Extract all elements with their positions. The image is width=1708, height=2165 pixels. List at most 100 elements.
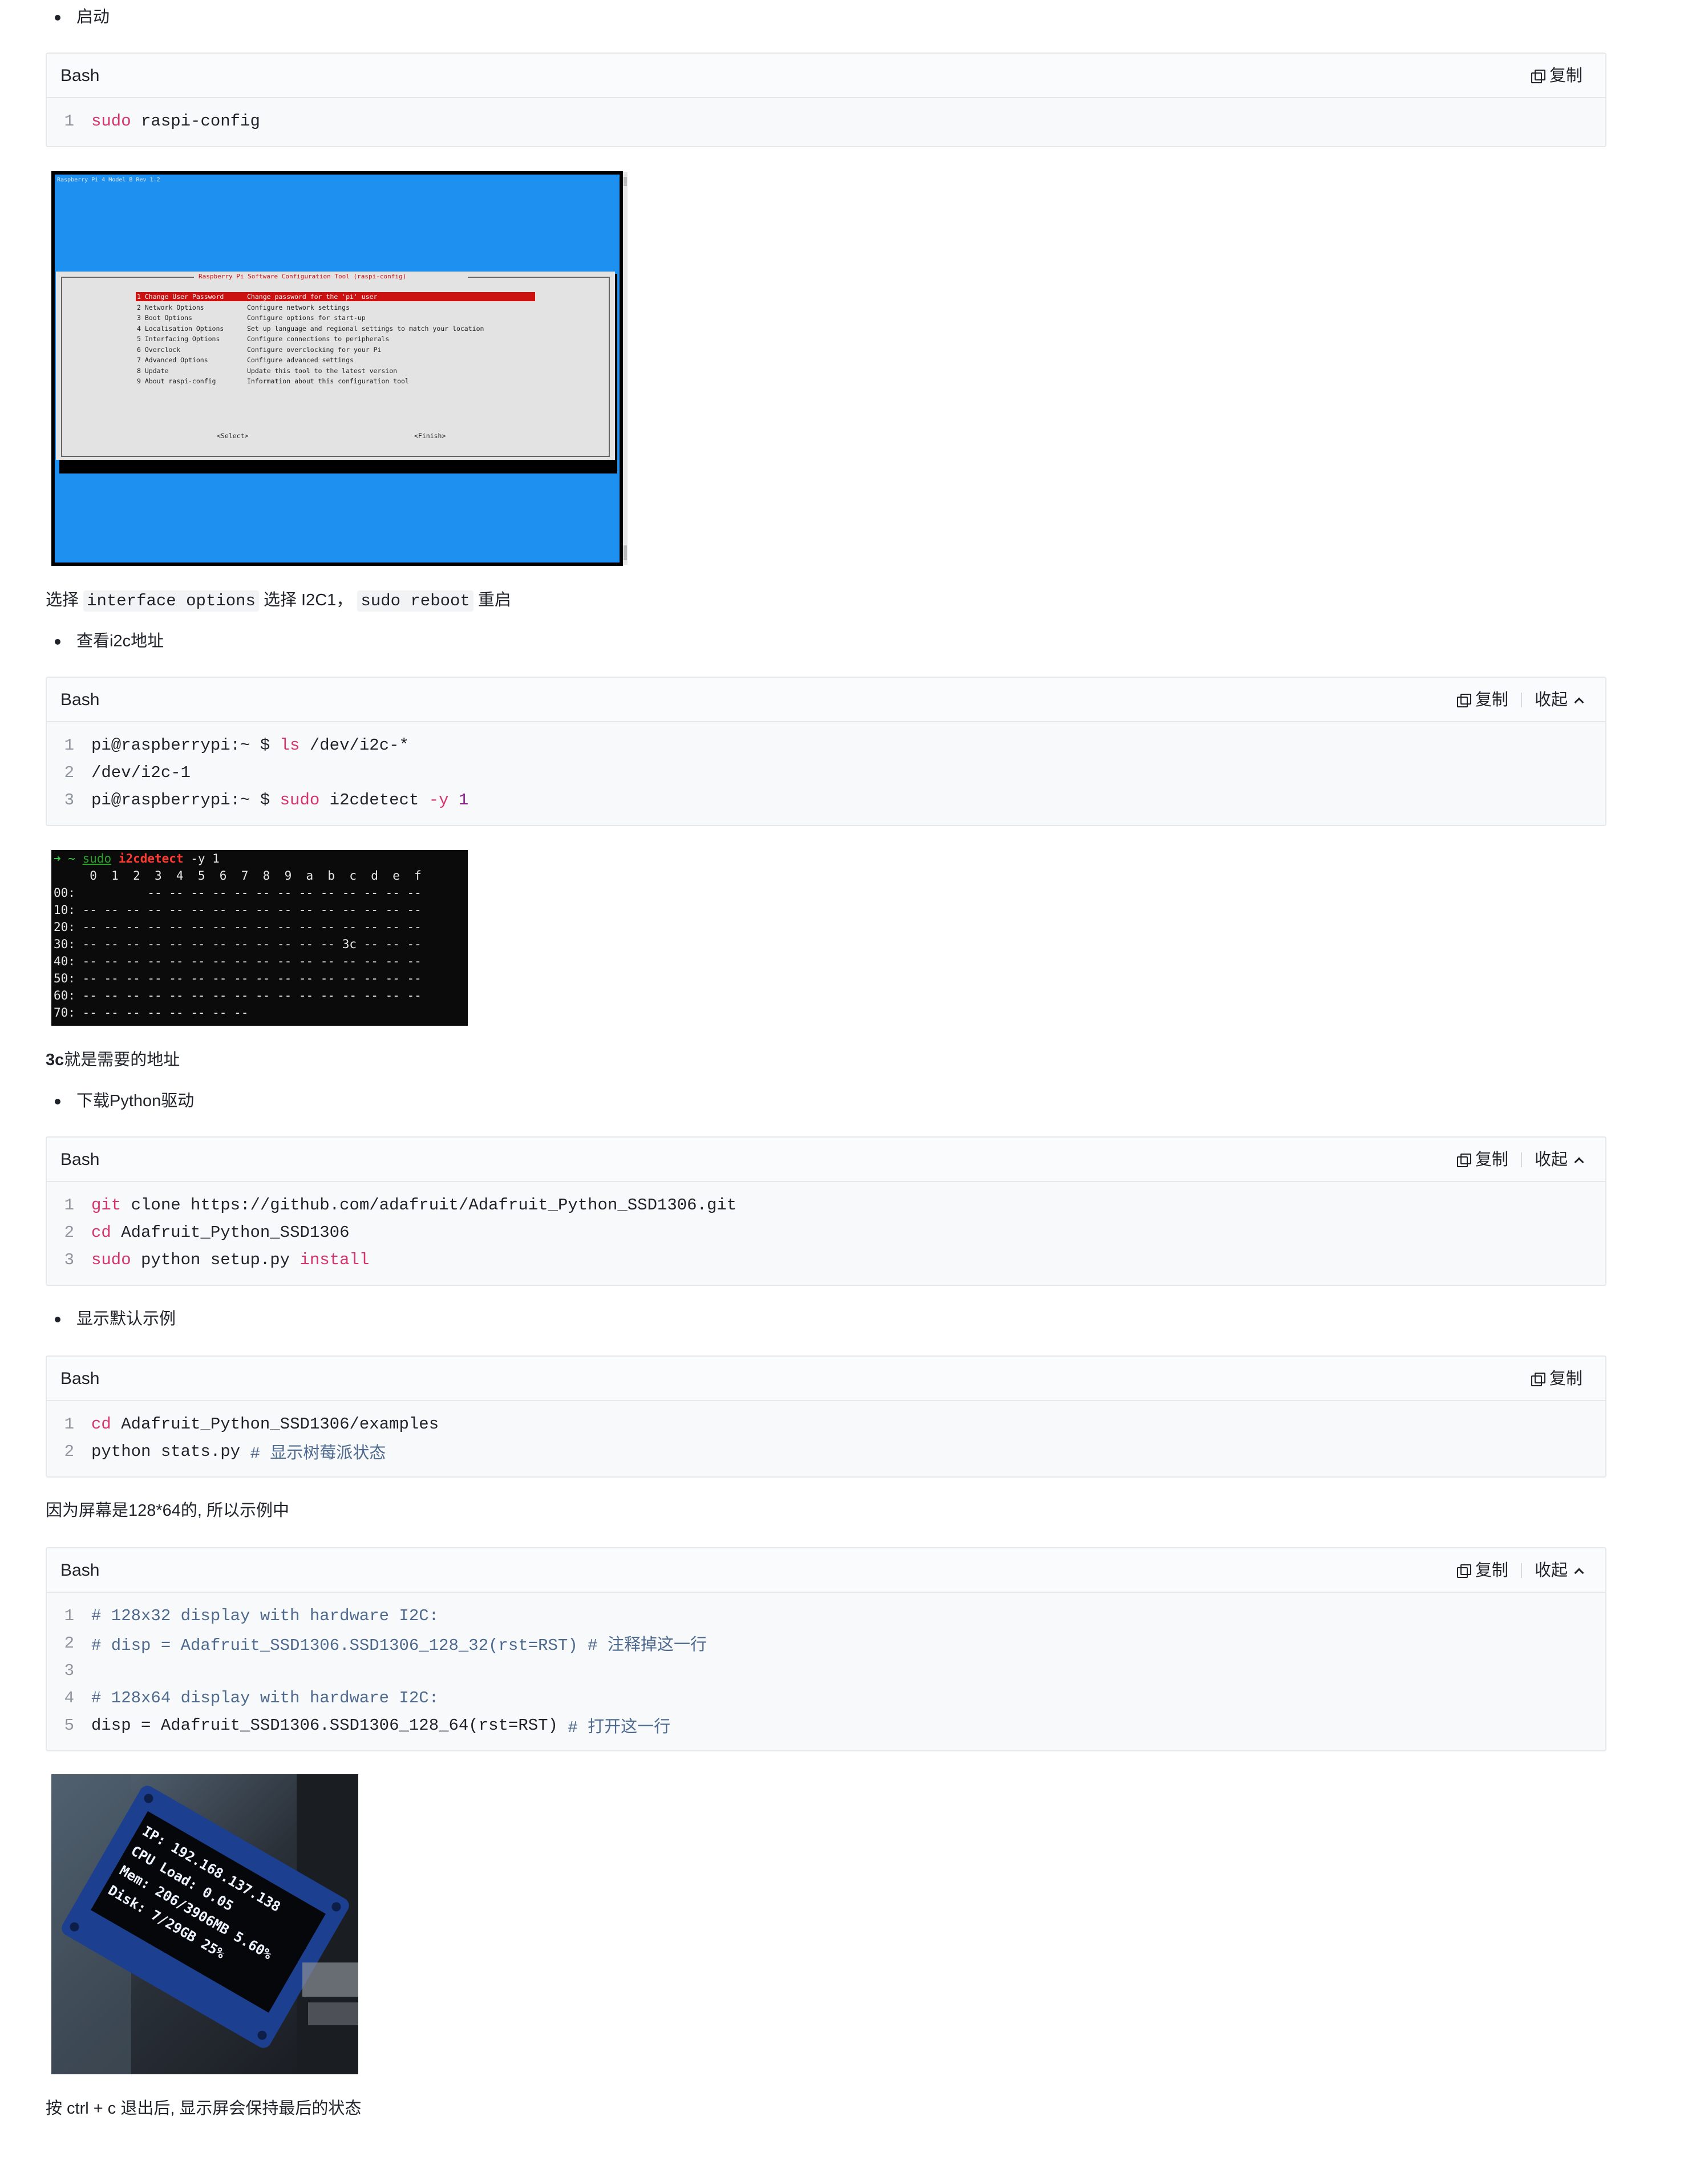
code-block-stats: Bash 复制 1 cd Adafruit_Python_SSD1306/exam… xyxy=(46,1355,1606,1478)
list-item-show-example: 显示默认示例 xyxy=(76,1310,176,1328)
terminal-row: 00: -- -- -- -- -- -- -- -- -- -- -- -- … xyxy=(54,886,422,900)
copy-label: 复制 xyxy=(1475,1561,1508,1580)
collapse-label: 收起 xyxy=(1534,691,1568,709)
terminal-row: 70: -- -- -- -- -- -- -- -- xyxy=(54,1006,248,1019)
code-line: 1 cd Adafruit_Python_SSD1306/examples xyxy=(64,1414,439,1434)
raspi-menu-item: 1 Change User Password xyxy=(137,293,224,301)
raspi-config-screenshot: Raspberry Pi 4 Model B Rev 1.2 Raspberry… xyxy=(51,171,628,566)
terminal-row: 10: -- -- -- -- -- -- -- -- -- -- -- -- … xyxy=(54,903,422,917)
raspi-menu-item: 5 Interfacing Options xyxy=(137,335,220,343)
i2cdetect-terminal-screenshot: ➜ ~ sudo i2cdetect -y 1 0 1 2 3 4 5 6 7 … xyxy=(51,850,468,1026)
code-line: 3 pi@raspberrypi:~ $ sudo i2cdetect -y 1 xyxy=(64,790,469,810)
copy-button[interactable]: 复制 xyxy=(1531,1367,1582,1390)
code-language-label: Bash xyxy=(60,1150,100,1169)
copy-button[interactable]: 复制 xyxy=(1456,1148,1508,1171)
code-line: 2 # disp = Adafruit_SSD1306.SSD1306_128_3… xyxy=(64,1633,707,1656)
code-line: 1 # 128x32 display with hardware I2C: xyxy=(64,1606,439,1625)
chevron-up-icon xyxy=(1574,1157,1584,1167)
svg-text:Configure network settings: Configure network settings xyxy=(247,303,350,311)
svg-text:Set up language and regional s: Set up language and regional settings to… xyxy=(247,325,484,333)
copy-button[interactable]: 复制 xyxy=(1456,689,1508,711)
collapse-button[interactable]: 收起 xyxy=(1534,689,1584,711)
raspi-menu-item: 7 Advanced Options xyxy=(137,356,208,364)
list-bullet xyxy=(55,15,60,21)
chevron-up-icon xyxy=(1574,1568,1584,1578)
code-block-install: Bash 复制 收起 1 git clone https://github.com… xyxy=(46,1136,1606,1286)
code-block-i2cdetect: Bash 复制 收起 1 pi@raspberrypi:~ $ ls /dev/i… xyxy=(46,677,1606,826)
copy-button[interactable]: 复制 xyxy=(1456,1559,1508,1582)
raspi-header: Raspberry Pi 4 Model B Rev 1.2 xyxy=(57,177,160,183)
copy-label: 复制 xyxy=(1549,1370,1582,1388)
code-block-header: Bash 复制 xyxy=(47,54,1605,98)
list-bullet xyxy=(55,1317,60,1322)
action-divider xyxy=(1520,1563,1522,1578)
code-line: 2 python stats.py # 显示树莓派状态 xyxy=(64,1442,386,1464)
copy-icon xyxy=(1456,1154,1471,1167)
code-line: 5 disp = Adafruit_SSD1306.SSD1306_128_64(… xyxy=(64,1715,671,1738)
raspi-title: Raspberry Pi Software Configuration Tool… xyxy=(199,273,406,280)
copy-button[interactable]: 复制 xyxy=(1531,64,1582,87)
svg-text:Configure overclocking for you: Configure overclocking for your Pi xyxy=(247,346,381,354)
code-line: 1 pi@raspberrypi:~ $ ls /dev/i2c-* xyxy=(64,735,409,755)
collapse-button[interactable]: 收起 xyxy=(1534,1559,1584,1582)
raspi-menu-item: 6 Overclock xyxy=(137,346,180,354)
terminal-row: 60: -- -- -- -- -- -- -- -- -- -- -- -- … xyxy=(54,989,422,1002)
copy-icon xyxy=(1456,1564,1471,1578)
code-line: 2 cd Adafruit_Python_SSD1306 xyxy=(64,1223,350,1242)
terminal-row: 40: -- -- -- -- -- -- -- -- -- -- -- -- … xyxy=(54,954,422,968)
copy-label: 复制 xyxy=(1475,1151,1508,1169)
code-language-label: Bash xyxy=(60,66,100,85)
list-item-download-driver: 下载Python驱动 xyxy=(76,1092,195,1110)
raspi-menu-item: 4 Localisation Options xyxy=(137,325,224,333)
svg-text:Configure connections to perip: Configure connections to peripherals xyxy=(247,335,389,343)
copy-icon xyxy=(1531,1373,1545,1386)
collapse-button[interactable]: 收起 xyxy=(1534,1148,1584,1171)
code-line: 3 sudo python setup.py install xyxy=(64,1250,370,1269)
code-block-header: Bash 复制 收起 xyxy=(47,1138,1605,1182)
action-divider xyxy=(1520,1152,1522,1167)
code-block-display-config: Bash 复制 收起 1 # 128x32 display with hardwa… xyxy=(46,1547,1606,1751)
svg-text:Configure options for start-up: Configure options for start-up xyxy=(247,314,366,322)
collapse-label: 收起 xyxy=(1534,1151,1568,1169)
copy-icon xyxy=(1456,694,1471,707)
instruction-text: 选择 interface options 选择 I2C1， sudo reboo… xyxy=(46,590,511,612)
terminal-header-row: 0 1 2 3 4 5 6 7 8 9 a b c d e f xyxy=(54,869,422,883)
raspi-select-button: <Select> xyxy=(217,432,248,440)
inline-code: interface options xyxy=(83,590,259,612)
svg-text:Information about this configu: Information about this configuration too… xyxy=(247,377,409,385)
code-block-header: Bash 复制 xyxy=(47,1357,1605,1401)
code-block-raspi-config: Bash 复制 1 sudo raspi-config xyxy=(46,52,1606,147)
terminal-row: 50: -- -- -- -- -- -- -- -- -- -- -- -- … xyxy=(54,972,422,985)
code-language-label: Bash xyxy=(60,1369,100,1388)
action-divider xyxy=(1520,693,1522,707)
address-note: 3c就是需要的地址 xyxy=(46,1051,180,1069)
list-item-start: 启动 xyxy=(76,8,110,26)
svg-text:Change password for the 'pi' u: Change password for the 'pi' user xyxy=(247,293,378,301)
raspi-finish-button: <Finish> xyxy=(414,432,446,440)
raspi-menu-item: 9 About raspi-config xyxy=(137,377,216,385)
list-bullet xyxy=(55,639,60,645)
raspi-menu-item: 2 Network Options xyxy=(137,303,204,311)
code-block-header: Bash 复制 收起 xyxy=(47,1548,1605,1593)
code-language-label: Bash xyxy=(60,1561,100,1580)
svg-text:Update this tool to the latest: Update this tool to the latest version xyxy=(247,367,397,375)
code-language-label: Bash xyxy=(60,690,100,709)
code-line: 2/dev/i2c-1 xyxy=(64,763,191,782)
copy-label: 复制 xyxy=(1475,691,1508,709)
copy-label: 复制 xyxy=(1549,67,1582,85)
inline-code: sudo reboot xyxy=(357,590,473,612)
terminal-row: 20: -- -- -- -- -- -- -- -- -- -- -- -- … xyxy=(54,920,422,934)
raspi-menu-item: 8 Update xyxy=(137,367,168,375)
code-line: 3 xyxy=(64,1661,74,1680)
svg-text:Configure advanced settings: Configure advanced settings xyxy=(247,356,354,364)
oled-display-photo: IP: 192.168.137.138 CPU Load: 0.05 Mem: … xyxy=(51,1774,358,2074)
screen-size-note: 因为屏幕是128*64的, 所以示例中 xyxy=(46,1502,290,1520)
chevron-up-icon xyxy=(1574,697,1584,707)
exit-note: 按 ctrl + c 退出后, 显示屏会保持最后的状态 xyxy=(46,2099,362,2118)
code-line: 4 # 128x64 display with hardware I2C: xyxy=(64,1688,439,1707)
terminal-row: 30: -- -- -- -- -- -- -- -- -- -- -- -- … xyxy=(54,937,422,951)
raspi-menu-item: 3 Boot Options xyxy=(137,314,192,322)
list-bullet xyxy=(55,1099,60,1104)
code-line: 1 sudo raspi-config xyxy=(64,111,260,131)
collapse-label: 收起 xyxy=(1534,1561,1568,1580)
